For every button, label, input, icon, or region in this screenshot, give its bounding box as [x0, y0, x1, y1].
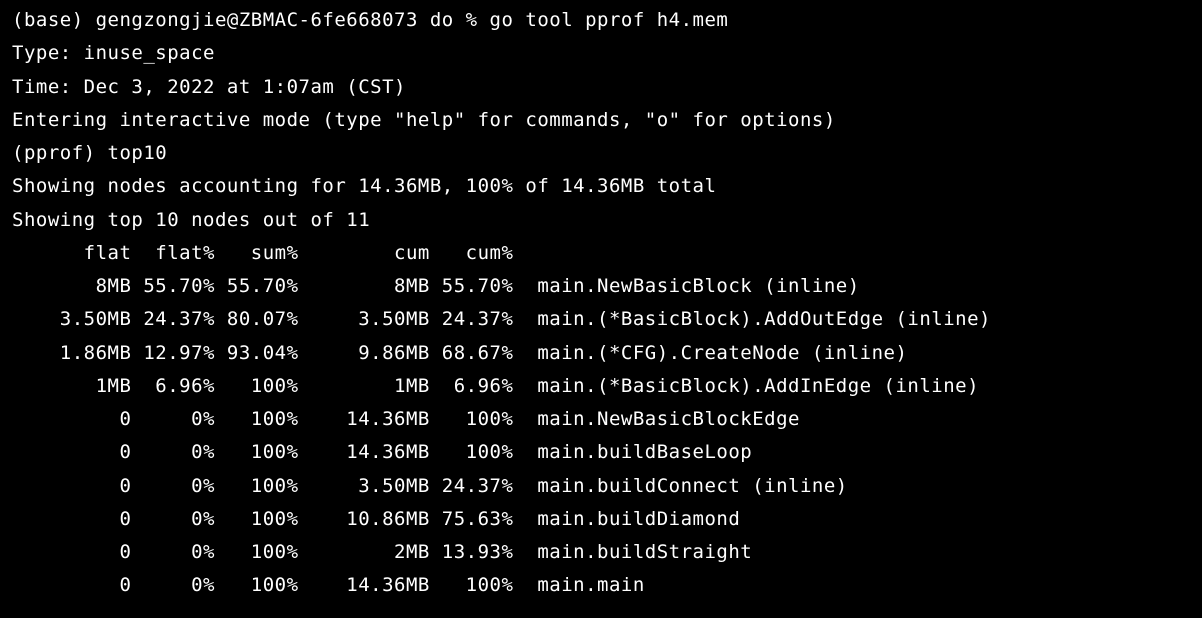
table-row: 0 0% 100% 2MB 13.93% main.buildStraight [12, 536, 1190, 569]
showing-line-2: Showing top 10 nodes out of 11 [12, 204, 1190, 237]
command-line: (base) gengzongjie@ZBMAC-6fe668073 do % … [12, 4, 1190, 37]
showing-line-1: Showing nodes accounting for 14.36MB, 10… [12, 170, 1190, 203]
table-row: 3.50MB 24.37% 80.07% 3.50MB 24.37% main.… [12, 303, 1190, 336]
table-row: 0 0% 100% 10.86MB 75.63% main.buildDiamo… [12, 503, 1190, 536]
table-row: 0 0% 100% 14.36MB 100% main.buildBaseLoo… [12, 436, 1190, 469]
mode-line: Entering interactive mode (type "help" f… [12, 104, 1190, 137]
type-line: Type: inuse_space [12, 37, 1190, 70]
table-row: 1.86MB 12.97% 93.04% 9.86MB 68.67% main.… [12, 337, 1190, 370]
table-row: 0 0% 100% 14.36MB 100% main.main [12, 569, 1190, 602]
table-row: 1MB 6.96% 100% 1MB 6.96% main.(*BasicBlo… [12, 370, 1190, 403]
time-line: Time: Dec 3, 2022 at 1:07am (CST) [12, 71, 1190, 104]
table-row: 0 0% 100% 14.36MB 100% main.NewBasicBloc… [12, 403, 1190, 436]
pprof-command: (pprof) top10 [12, 137, 1190, 170]
table-row: 8MB 55.70% 55.70% 8MB 55.70% main.NewBas… [12, 270, 1190, 303]
table-header: flat flat% sum% cum cum% [12, 237, 1190, 270]
table-row: 0 0% 100% 3.50MB 24.37% main.buildConnec… [12, 470, 1190, 503]
